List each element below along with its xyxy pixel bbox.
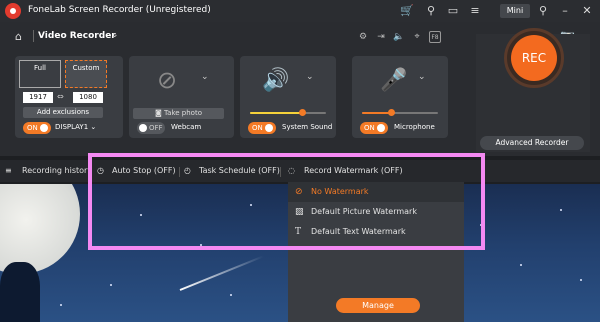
microphone-card: 🎤 ⌄ ON Microphone xyxy=(352,56,448,138)
divider xyxy=(33,30,34,42)
app-logo-icon xyxy=(5,3,21,19)
toggle-label: ON xyxy=(252,124,263,132)
mic-volume-knob[interactable] xyxy=(388,109,395,116)
toggle-label: ON xyxy=(27,124,38,132)
system-sound-label: System Sound xyxy=(282,123,333,131)
speaker-icon[interactable]: 🔊 xyxy=(262,68,289,93)
fps-icon[interactable]: F8 xyxy=(429,31,441,43)
full-button[interactable]: Full xyxy=(19,60,61,88)
system-volume-fill xyxy=(250,112,303,114)
settings-icon[interactable]: ⚙ xyxy=(357,31,369,43)
toggle-knob xyxy=(265,124,273,132)
toggle-knob xyxy=(139,124,147,132)
mini-button[interactable]: Mini xyxy=(500,4,530,18)
take-photo-label: Take photo xyxy=(164,109,202,117)
rec-button[interactable]: REC xyxy=(511,35,557,81)
chevron-down-icon[interactable]: ⌄ xyxy=(306,72,314,82)
webcam-disabled-icon[interactable]: ⊘ xyxy=(157,66,177,94)
mouse-icon[interactable]: ⌖ xyxy=(411,31,423,43)
chat-icon[interactable]: ▭ xyxy=(446,4,460,18)
microphone-toggle[interactable]: ON xyxy=(360,122,388,134)
key-icon[interactable]: ⚲ xyxy=(424,4,438,18)
add-exclusions-button[interactable]: Add exclusions xyxy=(23,107,103,118)
home-icon[interactable]: ⌂ xyxy=(15,30,22,43)
advanced-recorder-button[interactable]: Advanced Recorder xyxy=(480,136,584,150)
pin-icon[interactable]: ⚲ xyxy=(536,4,550,18)
history-icon[interactable]: ≡ xyxy=(5,166,12,175)
speaker-icon[interactable]: 🔈 xyxy=(393,31,405,43)
close-icon[interactable]: ✕ xyxy=(580,4,594,18)
custom-button[interactable]: Custom xyxy=(65,60,107,88)
height-input[interactable]: 1080 xyxy=(73,92,103,103)
chevron-down-icon[interactable]: ⌄ xyxy=(201,72,209,82)
microphone-label: Microphone xyxy=(394,123,435,131)
mode-title[interactable]: Video Recorder xyxy=(38,31,116,41)
system-sound-toggle[interactable]: ON xyxy=(248,122,276,134)
minimize-icon[interactable]: – xyxy=(558,4,572,18)
highlight-box xyxy=(88,153,485,250)
system-sound-card: 🔊 ⌄ ON System Sound xyxy=(240,56,336,138)
microphone-icon[interactable]: 🎤 xyxy=(380,68,407,93)
webcam-label: Webcam xyxy=(171,123,202,131)
camera-icon: ◙ xyxy=(155,109,162,117)
recording-history-link[interactable]: Recording history xyxy=(22,166,92,175)
toggle-label: ON xyxy=(364,124,375,132)
webcam-card: ⊘ ⌄ ◙ Take photo OFF Webcam xyxy=(129,56,234,138)
system-volume-knob[interactable] xyxy=(299,109,306,116)
moon-image xyxy=(0,184,80,274)
manage-button[interactable]: Manage xyxy=(336,298,420,313)
menu-icon[interactable]: ≡ xyxy=(468,4,482,18)
export-icon[interactable]: ⇥ xyxy=(375,31,387,43)
app-title: FoneLab Screen Recorder (Unregistered) xyxy=(28,5,211,15)
chevron-down-icon[interactable]: ⌄ xyxy=(111,30,119,40)
toggle-knob xyxy=(40,124,48,132)
cart-icon[interactable]: 🛒 xyxy=(400,4,414,18)
tree-silhouette xyxy=(0,262,40,322)
toggle-knob xyxy=(377,124,385,132)
display-toggle[interactable]: ON xyxy=(23,122,51,134)
title-bar: FoneLab Screen Recorder (Unregistered) 🛒… xyxy=(0,0,600,22)
shooting-star xyxy=(179,255,264,291)
link-icon[interactable]: ⇔ xyxy=(57,92,64,101)
webcam-toggle[interactable]: OFF xyxy=(137,122,165,134)
display-select[interactable]: DISPLAY1 ⌄ xyxy=(55,123,96,131)
width-input[interactable]: 1917 xyxy=(23,92,53,103)
take-photo-button[interactable]: ◙ Take photo xyxy=(133,108,224,119)
toggle-label: OFF xyxy=(149,124,163,132)
display-label: DISPLAY1 xyxy=(55,123,89,131)
display-card: Full Custom 1917 ⇔ 1080 Add exclusions O… xyxy=(15,56,123,138)
chevron-down-icon[interactable]: ⌄ xyxy=(418,72,426,82)
